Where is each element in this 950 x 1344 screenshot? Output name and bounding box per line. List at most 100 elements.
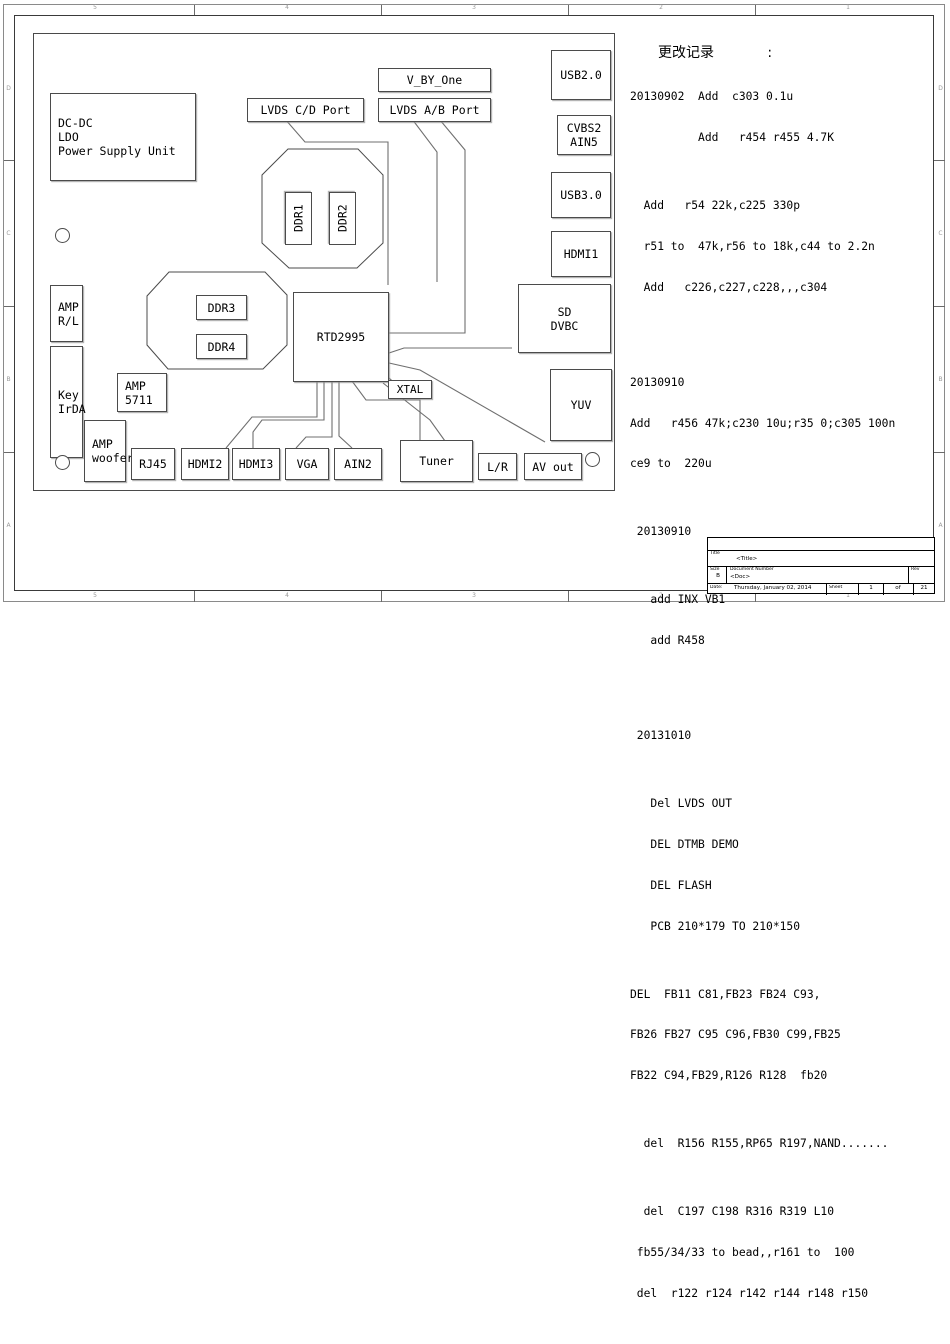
block-hdmi3[interactable]: HDMI3 bbox=[232, 448, 280, 480]
revision-notes: 更改记录 : 20130902 Add c303 0.1u Add r454 r… bbox=[630, 16, 942, 1344]
zone-tick-top-3 bbox=[568, 5, 569, 15]
block-usb2[interactable]: USB2.0 bbox=[551, 50, 611, 100]
title-block-size-key: Size bbox=[710, 567, 720, 572]
ain2-label: AIN2 bbox=[344, 457, 372, 471]
xtal-label: XTAL bbox=[396, 382, 424, 396]
title-block-vline-rev bbox=[908, 566, 909, 583]
usb2-label: USB2.0 bbox=[560, 68, 602, 82]
title-block-sheet-num: 1 bbox=[869, 585, 873, 591]
block-rj45[interactable]: RJ45 bbox=[131, 448, 175, 480]
mounting-hole-bottom-right bbox=[585, 452, 600, 467]
zone-tick-left-2 bbox=[4, 306, 14, 307]
note-line-0: 20130902 Add c303 0.1u bbox=[630, 90, 794, 104]
note-line-20: Del LVDS OUT bbox=[630, 797, 733, 811]
schematic-sheet: 5 4 3 2 1 5 4 3 2 1 D C B A D C B A DC-D… bbox=[0, 0, 950, 1300]
title-block-docnum-value: <Doc> bbox=[730, 574, 751, 580]
note-line-14: add INX VB1 bbox=[630, 593, 726, 607]
note-line-31: del C197 C198 R316 R319 L10 bbox=[630, 1205, 835, 1219]
block-av-out[interactable]: AV out bbox=[524, 453, 582, 480]
title-block-date-value: Thursday, January 02, 2014 bbox=[734, 585, 812, 591]
block-hdmi1[interactable]: HDMI1 bbox=[551, 231, 611, 277]
note-line-9: Add r456 47k;c230 10u;r35 0;c305 100n bbox=[630, 416, 896, 430]
usb3-label: USB3.0 bbox=[560, 188, 602, 202]
block-lr[interactable]: L/R bbox=[478, 453, 517, 480]
hdmi3-label: HDMI3 bbox=[238, 457, 274, 471]
block-hdmi2[interactable]: HDMI2 bbox=[181, 448, 229, 480]
block-vga[interactable]: VGA bbox=[285, 448, 329, 480]
block-power-supply-unit[interactable]: DC-DC LDO Power Supply Unit bbox=[50, 93, 196, 181]
title-block-divider-3 bbox=[708, 583, 934, 584]
block-tuner[interactable]: Tuner bbox=[400, 440, 473, 482]
block-lvds-cd-port[interactable]: LVDS C/D Port bbox=[247, 98, 364, 122]
block-xtal[interactable]: XTAL bbox=[388, 380, 432, 399]
note-line-27: FB22 C94,FB29,R126 R128 fb20 bbox=[630, 1069, 828, 1083]
zone-label-bot-3: 3 bbox=[472, 592, 476, 599]
lvds-cd-port-label: LVDS C/D Port bbox=[260, 103, 351, 117]
mounting-hole-top-left bbox=[55, 228, 70, 243]
block-v-by-one[interactable]: V_BY_One bbox=[378, 68, 491, 92]
block-ddr3[interactable]: DDR3 bbox=[196, 295, 247, 320]
dvbc-label: DVBC bbox=[550, 318, 579, 333]
amp-woofer-line-1: AMP bbox=[92, 437, 113, 451]
revision-notes-title: 更改记录 : bbox=[658, 45, 773, 62]
block-ddr2[interactable]: DDR2 bbox=[329, 192, 356, 245]
note-line-32: fb55/34/33 to bead,,r161 to 100 bbox=[630, 1245, 855, 1259]
zone-label-left-d: D bbox=[6, 85, 11, 92]
note-line-8: 20130910 bbox=[630, 375, 685, 389]
power-supply-line-1: DC-DC bbox=[58, 116, 93, 130]
lvds-ab-port-label: LVDS A/B Port bbox=[389, 103, 480, 117]
hdmi2-label: HDMI2 bbox=[187, 457, 223, 471]
vga-label: VGA bbox=[296, 457, 318, 471]
block-key-irda[interactable]: Key IrDA bbox=[50, 346, 86, 458]
zone-tick-bot-1 bbox=[194, 591, 195, 602]
title-block-rev-key: Rev bbox=[911, 567, 920, 572]
tuner-label: Tuner bbox=[419, 454, 454, 468]
note-line-21: DEL DTMB DEMO bbox=[630, 838, 739, 852]
power-supply-line-3: Power Supply Unit bbox=[58, 144, 176, 158]
hdmi1-label: HDMI1 bbox=[563, 247, 599, 261]
mounting-hole-bottom-left bbox=[55, 455, 70, 470]
zone-label-top-3: 3 bbox=[472, 4, 476, 11]
ddr2-label: DDR2 bbox=[335, 204, 350, 233]
block-ddr4[interactable]: DDR4 bbox=[196, 334, 247, 359]
note-line-4: r51 to 47k,r56 to 18k,c44 to 2.2n bbox=[630, 239, 875, 253]
amp-5711-line-2: 5711 bbox=[125, 392, 153, 407]
zone-label-left-a: A bbox=[6, 522, 11, 529]
lr-label: L/R bbox=[487, 459, 508, 474]
zone-tick-top-2 bbox=[381, 5, 382, 15]
note-line-33: del r122 r124 r142 r144 r148 r150 bbox=[630, 1286, 869, 1300]
av-out-label: AV out bbox=[532, 459, 574, 474]
block-amp-woofer[interactable]: AMP woofer bbox=[84, 420, 134, 482]
zone-label-bot-5: 5 bbox=[93, 592, 97, 599]
block-yuv[interactable]: YUV bbox=[550, 369, 612, 441]
note-line-29: del R156 R155,RP65 R197,NAND....... bbox=[630, 1137, 889, 1151]
block-soc-rtd2995[interactable]: RTD2995 bbox=[293, 292, 389, 382]
block-sd-dvbc[interactable]: SD DVBC bbox=[518, 284, 611, 353]
v-by-one-label: V_BY_One bbox=[406, 73, 463, 87]
title-block: Title <Title> Size B Document Number <Do… bbox=[707, 537, 935, 595]
note-line-18: 20131010 bbox=[630, 729, 692, 743]
zone-label-top-4: 4 bbox=[285, 4, 289, 11]
ddr4-label: DDR4 bbox=[207, 339, 236, 354]
note-line-25: DEL FB11 C81,FB23 FB24 C93, bbox=[630, 987, 821, 1001]
zone-tick-top-1 bbox=[194, 5, 195, 15]
title-block-vline-sheetnum bbox=[858, 583, 859, 595]
ddr3-label: DDR3 bbox=[207, 300, 236, 315]
zone-tick-bot-2 bbox=[381, 591, 382, 602]
zone-tick-bot-3 bbox=[568, 591, 569, 602]
block-lvds-ab-port[interactable]: LVDS A/B Port bbox=[378, 98, 491, 122]
block-cvbs2-ain5[interactable]: CVBS2 AIN5 bbox=[557, 115, 611, 155]
zone-label-left-b: B bbox=[6, 376, 11, 383]
note-line-22: DEL FLASH bbox=[630, 878, 712, 892]
cvbs2-label: CVBS2 bbox=[566, 121, 602, 135]
note-line-10: ce9 to 220u bbox=[630, 457, 712, 471]
block-amp-5711[interactable]: AMP 5711 bbox=[117, 373, 167, 412]
block-amp-rl[interactable]: AMP R/L bbox=[50, 285, 83, 342]
amp-5711-line-1: AMP bbox=[125, 378, 146, 393]
block-ain2[interactable]: AIN2 bbox=[334, 448, 382, 480]
block-ddr1[interactable]: DDR1 bbox=[285, 192, 312, 245]
key-label: Key bbox=[58, 388, 79, 402]
title-block-sheet-of: of bbox=[895, 585, 901, 591]
title-block-divider-1 bbox=[708, 550, 934, 551]
block-usb3[interactable]: USB3.0 bbox=[551, 172, 611, 218]
